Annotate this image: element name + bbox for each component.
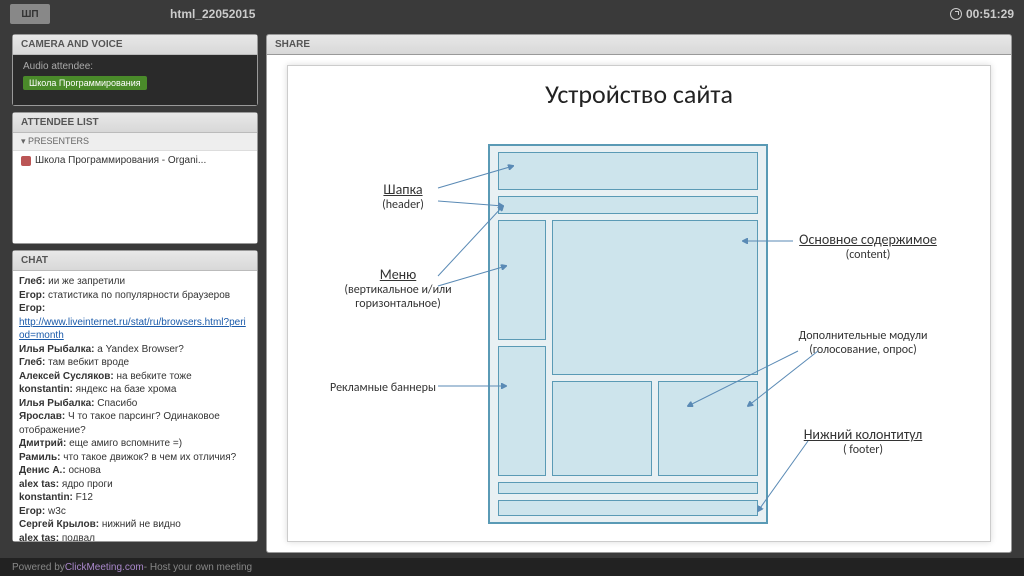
- attendee-row[interactable]: Школа Программирования - Organi...: [13, 151, 257, 170]
- app-footer: Powered by ClickMeeting.com - Host your …: [0, 558, 1024, 576]
- top-bar: ШП html_22052015 00:51:29: [0, 0, 1024, 28]
- person-icon: [21, 156, 31, 166]
- room-title: html_22052015: [170, 7, 255, 21]
- camera-body: Audio attendee: Школа Программирования: [13, 55, 257, 105]
- share-header: SHARE: [266, 34, 1012, 55]
- presenter-badge: Школа Программирования: [23, 76, 147, 90]
- attendee-panel: ATTENDEE LIST ▾ PRESENTERS Школа Програм…: [12, 112, 258, 244]
- chat-panel: CHAT Глеб: ии же запретилиЕгор: статисти…: [12, 250, 258, 542]
- arrows: [288, 66, 990, 541]
- footer-brand-link[interactable]: ClickMeeting.com: [65, 562, 144, 573]
- session-timer: 00:51:29: [950, 7, 1014, 21]
- timer-text: 00:51:29: [966, 7, 1014, 21]
- app-logo: ШП: [10, 4, 50, 24]
- slide-area: Устройство сайта Шапка(header) Мен: [266, 55, 1012, 553]
- clock-icon: [950, 8, 962, 20]
- chat-body[interactable]: Глеб: ии же запретилиЕгор: статистика по…: [13, 271, 257, 541]
- attendee-header: ATTENDEE LIST: [13, 113, 257, 133]
- audio-attendee-label: Audio attendee:: [23, 61, 247, 72]
- presenters-subheader: ▾ PRESENTERS: [13, 133, 257, 151]
- camera-panel: CAMERA AND VOICE Audio attendee: Школа П…: [12, 34, 258, 106]
- camera-header: CAMERA AND VOICE: [13, 35, 257, 55]
- chat-header: CHAT: [13, 251, 257, 271]
- attendee-name: Школа Программирования - Organi...: [35, 155, 206, 166]
